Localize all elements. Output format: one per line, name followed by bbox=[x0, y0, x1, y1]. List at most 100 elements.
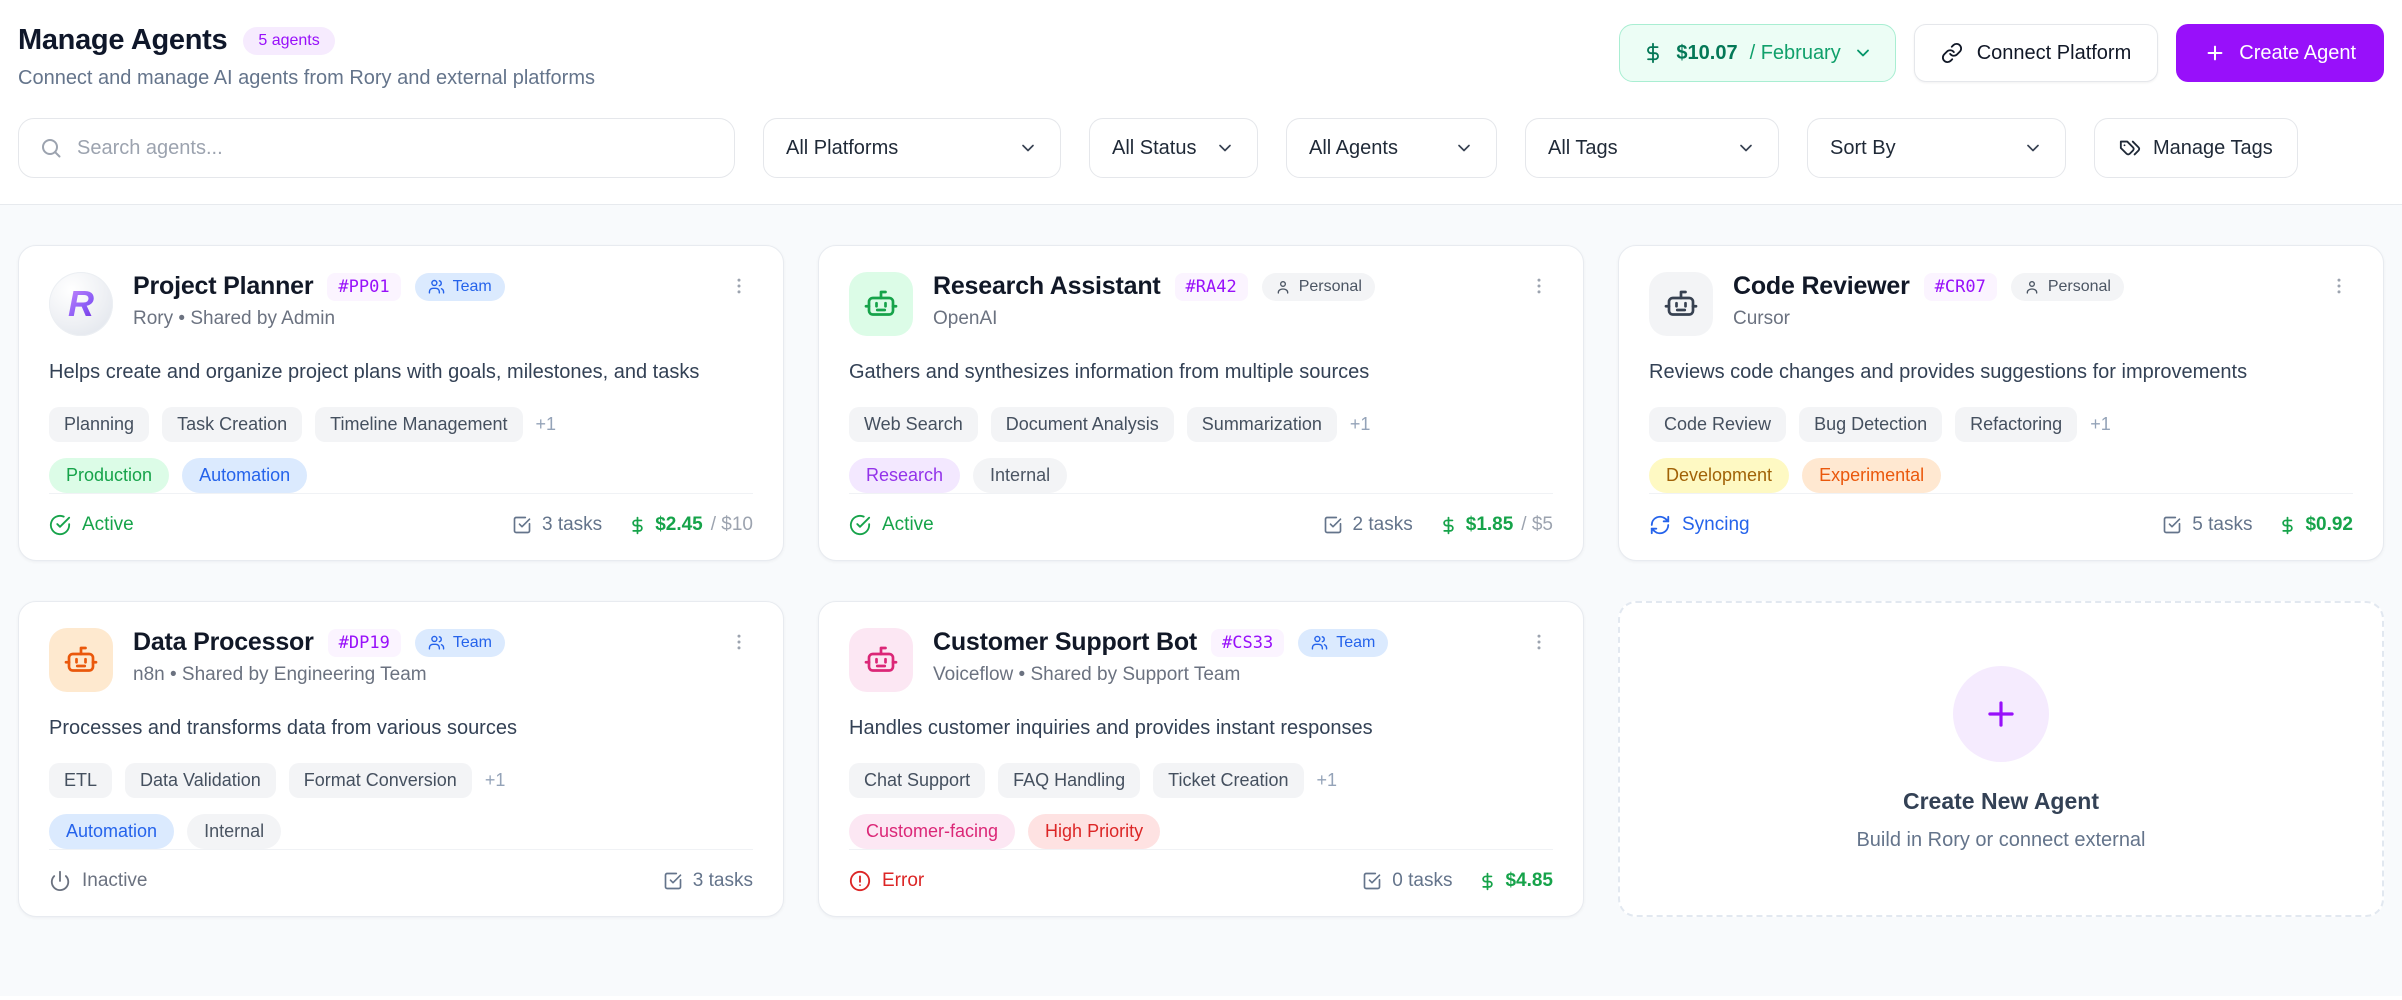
filter-toolbar: All Platforms All Status All Agents All … bbox=[0, 90, 2402, 205]
team-badge: Team bbox=[415, 273, 505, 301]
agents-filter-dropdown[interactable]: All Agents bbox=[1286, 118, 1497, 178]
robot-icon bbox=[863, 642, 899, 678]
search-box[interactable] bbox=[18, 118, 735, 178]
create-card-title: Create New Agent bbox=[1903, 788, 2099, 815]
status-indicator: Active bbox=[849, 514, 934, 536]
agent-card-code-reviewer[interactable]: Code Reviewer #CR07 Personal Cursor Revi… bbox=[1618, 245, 2384, 561]
create-new-agent-card[interactable]: Create New Agent Build in Rory or connec… bbox=[1618, 601, 2384, 917]
chevron-down-icon bbox=[1018, 138, 1038, 158]
create-card-subtitle: Build in Rory or connect external bbox=[1856, 829, 2145, 852]
tag-pill: Experimental bbox=[1802, 458, 1941, 493]
agent-card-data-processor[interactable]: Data Processor #DP19 Team n8n • Shared b… bbox=[18, 601, 784, 917]
budget-amount: $10.07 bbox=[1676, 42, 1737, 65]
bot-avatar bbox=[849, 272, 913, 336]
cost-budget: / $10 bbox=[711, 514, 753, 536]
cost-indicator: $4.85 bbox=[1478, 870, 1553, 892]
skill-chip: Chat Support bbox=[849, 763, 985, 798]
skill-chip: Code Review bbox=[1649, 407, 1786, 442]
tag-pill: High Priority bbox=[1028, 814, 1160, 849]
kebab-menu-icon[interactable] bbox=[725, 272, 753, 300]
skill-chip: Timeline Management bbox=[315, 407, 522, 442]
skill-chip: FAQ Handling bbox=[998, 763, 1140, 798]
tag-pill: Internal bbox=[187, 814, 281, 849]
kebab-menu-icon[interactable] bbox=[2325, 272, 2353, 300]
sort-by-label: Sort By bbox=[1830, 137, 1896, 160]
chevron-down-icon bbox=[2023, 138, 2043, 158]
dollar-icon bbox=[1642, 42, 1664, 64]
dollar-icon bbox=[1439, 516, 1458, 535]
tags-icon bbox=[2119, 137, 2141, 159]
status-label: Syncing bbox=[1682, 514, 1750, 536]
agent-card-project-planner[interactable]: R Project Planner #PP01 Team Rory • Shar… bbox=[18, 245, 784, 561]
check-square-icon bbox=[2162, 515, 2182, 535]
agent-description: Processes and transforms data from vario… bbox=[49, 714, 753, 743]
status-label: Active bbox=[882, 514, 934, 536]
check-circle-icon bbox=[49, 514, 71, 536]
tag-pill: Automation bbox=[49, 814, 174, 849]
agent-code-badge: #CS33 bbox=[1211, 629, 1284, 657]
manage-tags-button[interactable]: Manage Tags bbox=[2094, 118, 2298, 178]
budget-period: / February bbox=[1750, 42, 1841, 65]
connect-platform-label: Connect Platform bbox=[1977, 42, 2132, 65]
users-icon bbox=[428, 634, 445, 651]
tasks-label: 3 tasks bbox=[542, 514, 602, 536]
plus-circle-icon bbox=[1953, 666, 2049, 762]
tasks-count: 2 tasks bbox=[1323, 514, 1413, 536]
rory-logo-avatar: R bbox=[49, 272, 113, 336]
platform-line: OpenAI bbox=[933, 308, 1505, 330]
header-left: Manage Agents 5 agents Connect and manag… bbox=[18, 24, 595, 90]
kebab-menu-icon[interactable] bbox=[1525, 628, 1553, 656]
share-label: Team bbox=[1336, 634, 1375, 652]
search-input[interactable] bbox=[77, 137, 714, 160]
create-agent-button[interactable]: Create Agent bbox=[2176, 24, 2384, 82]
chevron-down-icon bbox=[1736, 138, 1756, 158]
agent-description: Helps create and organize project plans … bbox=[49, 358, 753, 387]
team-badge: Team bbox=[1298, 629, 1388, 657]
create-agent-label: Create Agent bbox=[2239, 42, 2356, 65]
skill-chip: Planning bbox=[49, 407, 149, 442]
cost-indicator: $0.92 bbox=[2278, 514, 2353, 536]
status-label: Inactive bbox=[82, 870, 147, 892]
skill-chip: Data Validation bbox=[125, 763, 276, 798]
share-label: Team bbox=[453, 634, 492, 652]
tag-pill: Research bbox=[849, 458, 960, 493]
tasks-count: 5 tasks bbox=[2162, 514, 2252, 536]
tag-pill: Customer-facing bbox=[849, 814, 1015, 849]
cost-amount: $0.92 bbox=[2305, 514, 2353, 536]
power-icon bbox=[49, 870, 71, 892]
header-actions: $10.07 / February Connect Platform Creat… bbox=[1619, 24, 2384, 82]
connect-platform-button[interactable]: Connect Platform bbox=[1914, 24, 2159, 82]
robot-icon bbox=[1663, 286, 1699, 322]
cost-amount: $4.85 bbox=[1505, 870, 1553, 892]
status-filter-dropdown[interactable]: All Status bbox=[1089, 118, 1258, 178]
sort-by-dropdown[interactable]: Sort By bbox=[1807, 118, 2066, 178]
users-icon bbox=[1311, 634, 1328, 651]
tags-filter-dropdown[interactable]: All Tags bbox=[1525, 118, 1779, 178]
status-indicator: Inactive bbox=[49, 870, 147, 892]
tasks-label: 3 tasks bbox=[693, 870, 753, 892]
platforms-filter-dropdown[interactable]: All Platforms bbox=[763, 118, 1061, 178]
platform-line: Rory • Shared by Admin bbox=[133, 308, 705, 330]
agent-card-research-assistant[interactable]: Research Assistant #RA42 Personal OpenAI… bbox=[818, 245, 1584, 561]
agent-code-badge: #DP19 bbox=[328, 629, 401, 657]
kebab-menu-icon[interactable] bbox=[1525, 272, 1553, 300]
agent-name: Research Assistant bbox=[933, 272, 1161, 301]
cost-indicator: $2.45 / $10 bbox=[628, 514, 753, 536]
chevron-down-icon bbox=[1853, 43, 1873, 63]
skill-chip: Document Analysis bbox=[991, 407, 1174, 442]
chevron-down-icon bbox=[1454, 138, 1474, 158]
platform-line: n8n • Shared by Engineering Team bbox=[133, 664, 705, 686]
user-icon bbox=[1275, 279, 1291, 295]
agent-description: Handles customer inquiries and provides … bbox=[849, 714, 1553, 743]
kebab-menu-icon[interactable] bbox=[725, 628, 753, 656]
alert-circle-icon bbox=[849, 870, 871, 892]
agent-name: Code Reviewer bbox=[1733, 272, 1910, 301]
monthly-budget-button[interactable]: $10.07 / February bbox=[1619, 24, 1895, 82]
tasks-count: 3 tasks bbox=[663, 870, 753, 892]
tasks-count: 3 tasks bbox=[512, 514, 602, 536]
agents-filter-label: All Agents bbox=[1309, 137, 1398, 160]
share-label: Personal bbox=[2048, 278, 2111, 296]
tag-pill: Development bbox=[1649, 458, 1789, 493]
agent-card-customer-support-bot[interactable]: Customer Support Bot #CS33 Team Voiceflo… bbox=[818, 601, 1584, 917]
skills-more: +1 bbox=[1350, 414, 1371, 435]
